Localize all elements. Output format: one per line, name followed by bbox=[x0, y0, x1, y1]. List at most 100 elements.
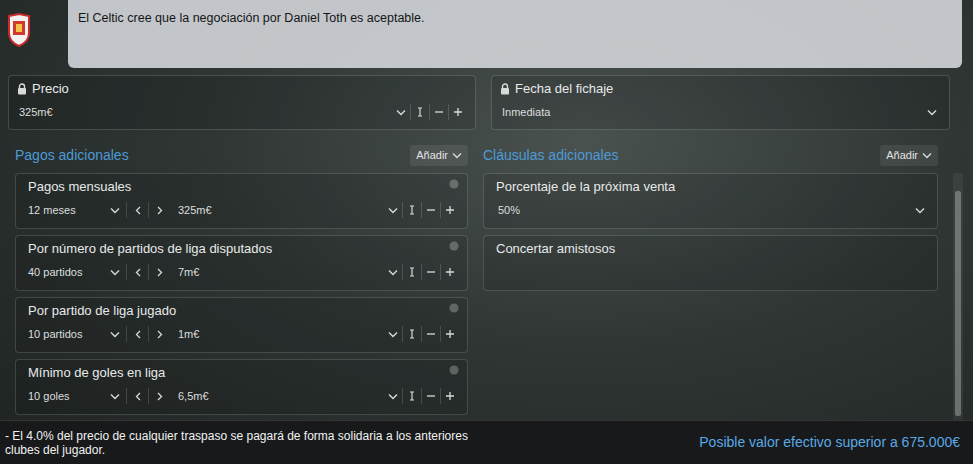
chevron-down-icon bbox=[110, 393, 120, 400]
minus-icon bbox=[426, 205, 436, 215]
payment-card: Mínimo de goles en liga 10 goles 6,5m€ bbox=[15, 359, 468, 415]
clauses-header: Cláusulas adicionalesAñadir bbox=[483, 145, 938, 166]
payment-field: 40 partidos 7m€ bbox=[28, 263, 459, 281]
chevron-down-icon bbox=[388, 331, 398, 338]
lock-icon bbox=[17, 83, 27, 95]
minus-button[interactable] bbox=[429, 104, 448, 120]
text-cursor-button[interactable] bbox=[402, 202, 421, 218]
minus-icon bbox=[426, 391, 436, 401]
chevron-down-icon bbox=[110, 331, 120, 338]
next-button[interactable] bbox=[148, 326, 170, 342]
clause-label: Porcentaje de la próxima venta bbox=[496, 179, 929, 195]
lock-icon bbox=[500, 83, 510, 95]
minus-button[interactable] bbox=[421, 326, 440, 342]
footer: - El 4.0% del precio de cualquier traspa… bbox=[0, 420, 973, 464]
clause-title: Concertar amistosos bbox=[496, 241, 615, 257]
text-cursor-button[interactable] bbox=[402, 326, 421, 342]
club-logo bbox=[0, 0, 68, 68]
club-crest-icon bbox=[7, 13, 31, 47]
amount-select[interactable]: 7m€ bbox=[176, 264, 402, 281]
clause-select[interactable]: 50% bbox=[496, 202, 929, 219]
amount-select[interactable]: 6,5m€ bbox=[176, 388, 402, 405]
chevron-right-icon bbox=[157, 392, 163, 401]
clause-title: Porcentaje de la próxima venta bbox=[496, 179, 675, 195]
date-field: Inmediata bbox=[500, 103, 941, 121]
next-button[interactable] bbox=[148, 388, 170, 404]
text-cursor-icon bbox=[407, 329, 417, 339]
remove-icon[interactable] bbox=[449, 365, 459, 375]
amount-tools bbox=[402, 326, 459, 342]
remove-icon[interactable] bbox=[449, 179, 459, 189]
effective-value: Posible valor efectivo superior a 675.00… bbox=[699, 432, 960, 453]
payment-title: Pagos mensuales bbox=[28, 179, 131, 195]
amount-select-value: 6,5m€ bbox=[178, 388, 382, 405]
chevron-left-icon bbox=[135, 392, 141, 401]
text-cursor-icon bbox=[407, 205, 417, 215]
minus-button[interactable] bbox=[421, 264, 440, 280]
amount-select-value: 325m€ bbox=[178, 202, 382, 219]
plus-button[interactable] bbox=[440, 326, 459, 342]
payment-label: Mínimo de goles en liga bbox=[28, 365, 459, 381]
plus-button[interactable] bbox=[448, 104, 467, 120]
previous-button[interactable] bbox=[126, 264, 148, 280]
plus-button[interactable] bbox=[440, 264, 459, 280]
chevron-down-icon bbox=[927, 109, 937, 116]
chevron-down-icon bbox=[396, 109, 406, 116]
clause-card: Concertar amistosos bbox=[483, 235, 938, 291]
amount-tools bbox=[402, 388, 459, 404]
payment-field: 10 partidos 1m€ bbox=[28, 325, 459, 343]
plus-icon bbox=[445, 329, 455, 339]
plus-button[interactable] bbox=[440, 202, 459, 218]
date-box: Fecha del fichajeInmediata bbox=[491, 75, 950, 130]
chevron-left-icon bbox=[135, 206, 141, 215]
scrollbar[interactable] bbox=[953, 173, 963, 420]
condition-select[interactable]: 12 meses bbox=[28, 202, 124, 219]
amount-select-value: 1m€ bbox=[178, 326, 382, 343]
add-button[interactable]: Añadir bbox=[410, 145, 468, 166]
condition-stepper bbox=[126, 202, 170, 218]
chevron-right-icon bbox=[157, 330, 163, 339]
next-button[interactable] bbox=[148, 202, 170, 218]
amount-select[interactable]: 325m€ bbox=[176, 202, 402, 219]
condition-select[interactable]: 40 partidos bbox=[28, 264, 124, 281]
date-select-value: Inmediata bbox=[502, 104, 921, 121]
previous-button[interactable] bbox=[126, 326, 148, 342]
condition-select[interactable]: 10 partidos bbox=[28, 326, 124, 343]
price-label: Precio bbox=[17, 81, 467, 97]
text-cursor-button[interactable] bbox=[402, 264, 421, 280]
solidarity-note: - El 4.0% del precio de cualquier traspa… bbox=[5, 429, 475, 457]
price-select[interactable]: 325m€ bbox=[17, 104, 410, 121]
payment-title: Por partido de liga jugado bbox=[28, 303, 176, 319]
amount-select[interactable]: 1m€ bbox=[176, 326, 402, 343]
minus-icon bbox=[426, 267, 436, 277]
remove-icon[interactable] bbox=[449, 303, 459, 313]
minus-button[interactable] bbox=[421, 388, 440, 404]
previous-button[interactable] bbox=[126, 388, 148, 404]
clause-field: 50% bbox=[496, 201, 929, 219]
previous-button[interactable] bbox=[126, 202, 148, 218]
payments-header: Pagos adicionalesAñadir bbox=[15, 145, 468, 166]
price-box: Precio 325m€ bbox=[8, 75, 476, 130]
next-button[interactable] bbox=[148, 264, 170, 280]
add-button[interactable]: Añadir bbox=[880, 145, 938, 166]
condition-value: 12 meses bbox=[28, 202, 104, 219]
plus-icon bbox=[453, 107, 463, 117]
condition-select[interactable]: 10 goles bbox=[28, 388, 124, 405]
clause-label: Concertar amistosos bbox=[496, 241, 929, 257]
payment-field: 12 meses 325m€ bbox=[28, 201, 459, 219]
minus-icon bbox=[434, 107, 444, 117]
date-select[interactable]: Inmediata bbox=[500, 104, 941, 121]
payment-card: Por número de partidos de liga disputado… bbox=[15, 235, 468, 291]
section-headers: Pagos adicionalesAñadir Cláusulas adicion… bbox=[15, 145, 973, 166]
minus-button[interactable] bbox=[421, 202, 440, 218]
clauses-area: Pagos mensuales 12 meses 325m€ Por número d… bbox=[15, 173, 973, 420]
add-label: Añadir bbox=[886, 147, 918, 164]
price-field: 325m€ bbox=[17, 103, 467, 121]
chevron-left-icon bbox=[135, 268, 141, 277]
text-cursor-button[interactable] bbox=[402, 388, 421, 404]
remove-icon[interactable] bbox=[449, 241, 459, 251]
plus-button[interactable] bbox=[440, 388, 459, 404]
scrollbar-thumb[interactable] bbox=[955, 191, 961, 416]
text-cursor-button[interactable] bbox=[410, 104, 429, 120]
chevron-down-icon bbox=[388, 269, 398, 276]
